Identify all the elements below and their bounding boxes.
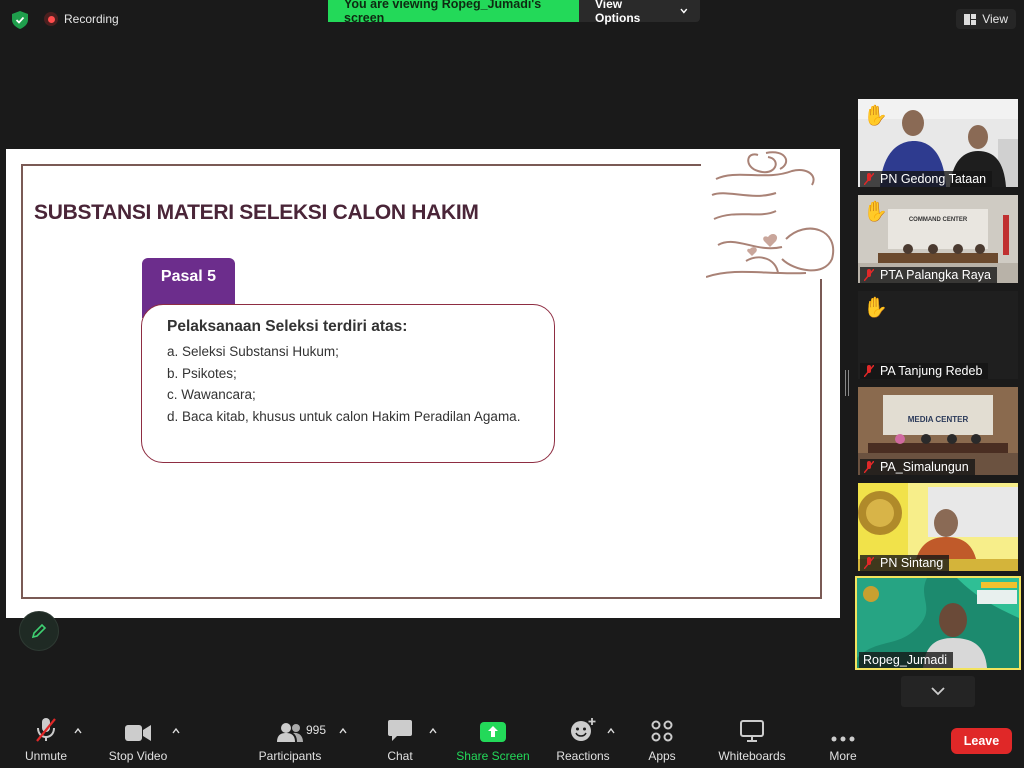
participant-name: PN Gedong Tataan [880, 172, 987, 186]
video-camera-icon [125, 725, 151, 741]
participants-button[interactable]: Participants [256, 710, 324, 768]
participant-name-tag: Ropeg_Jumadi [859, 652, 954, 668]
box-heading: Pelaksanaan Seleksi terdiri atas: [167, 318, 408, 335]
active-speaker-tile[interactable]: Ropeg_Jumadi [855, 576, 1021, 670]
list-item: a. Seleksi Substansi Hukum; [167, 344, 339, 359]
participants-label: Participants [258, 749, 322, 763]
share-screen-button[interactable]: Share Screen [456, 710, 530, 768]
chat-button[interactable]: Chat [380, 710, 420, 768]
annotate-button[interactable] [19, 611, 59, 651]
raised-hand-icon: ✋ [863, 201, 888, 223]
share-screen-arrow-icon [480, 722, 506, 742]
participant-tile[interactable]: MEDIA CENTER PA_Simalungun [858, 387, 1018, 475]
participant-name: PTA Palangka Raya [880, 268, 991, 282]
recording-label: Recording [64, 12, 119, 26]
unmute-label: Unmute [24, 749, 68, 763]
screen-share-banner: You are viewing Ropeg_Jumadi's screen Vi… [328, 0, 700, 25]
coffee-cup-decoration-icon [706, 151, 835, 278]
recording-dot-icon [44, 12, 58, 26]
muted-mic-icon [864, 557, 874, 569]
participants-icon [277, 723, 303, 742]
participant-name: PA_Simalungun [880, 460, 969, 474]
slide-title: SUBSTANSI MATERI SELEKSI CALON HAKIM [34, 201, 479, 224]
chevron-down-icon [680, 8, 688, 14]
video-options-caret-icon[interactable] [172, 727, 180, 735]
list-item: d. Baca kitab, khusus untuk calon Hakim … [167, 409, 521, 425]
participant-tile[interactable]: ✋ PN Gedong Tataan [858, 99, 1018, 187]
raised-hand-icon: ✋ [863, 297, 888, 319]
recording-indicator[interactable]: Recording [44, 12, 119, 26]
list-item: c. Wawancara; [167, 387, 256, 403]
reactions-label: Reactions [556, 749, 610, 763]
chat-label: Chat [387, 749, 413, 763]
chevron-down-icon [931, 687, 945, 696]
participant-name-tag: PN Sintang [860, 555, 950, 571]
chat-options-caret-icon[interactable] [429, 727, 437, 735]
apps-icon [651, 720, 673, 742]
unmute-button[interactable]: Unmute [22, 710, 70, 768]
shared-screen-slide: SUBSTANSI MATERI SELEKSI CALON HAKIM Pas… [6, 149, 840, 618]
muted-mic-icon [864, 461, 874, 473]
scroll-participants-button[interactable] [901, 676, 975, 707]
raised-hand-icon: ✋ [863, 105, 888, 127]
list-item: b. Psikotes; [167, 365, 237, 381]
whiteboards-label: Whiteboards [718, 749, 786, 763]
participant-name-tag: PA_Simalungun [860, 459, 975, 475]
participant-name: PN Sintang [880, 556, 944, 570]
whiteboards-button[interactable]: Whiteboards [714, 710, 790, 768]
stop-video-label: Stop Video [108, 749, 168, 763]
pasal-tab-label: Pasal 5 [160, 268, 217, 285]
chat-bubble-icon [388, 720, 412, 741]
selection-list: a. Seleksi Substansi Hukum; b. Psikotes;… [167, 341, 520, 428]
view-layout-button[interactable]: View [956, 9, 1016, 29]
audio-options-caret-icon[interactable] [74, 727, 82, 735]
view-label: View [982, 12, 1008, 26]
panel-resize-handle[interactable] [845, 370, 849, 396]
more-dots-icon [831, 736, 855, 742]
participant-name-tag: PN Gedong Tataan [860, 171, 993, 187]
apps-button[interactable]: Apps [642, 710, 682, 768]
participant-name-tag: PTA Palangka Raya [860, 267, 997, 283]
whiteboard-icon [740, 720, 764, 742]
view-options-button[interactable]: View Options [579, 0, 700, 25]
security-shield-icon[interactable] [12, 11, 28, 29]
participant-name: PA Tanjung Redeb [880, 364, 983, 378]
more-button[interactable]: More [824, 710, 862, 768]
muted-mic-icon [864, 173, 874, 185]
participants-options-caret-icon[interactable] [339, 727, 347, 735]
participants-count: 995 [306, 723, 327, 737]
participant-name: Ropeg_Jumadi [863, 653, 948, 667]
leave-button[interactable]: Leave [951, 728, 1012, 754]
svg-text:COMMAND CENTER: COMMAND CENTER [909, 217, 968, 223]
viewing-screen-text: You are viewing Ropeg_Jumadi's screen [328, 0, 579, 25]
apps-label: Apps [648, 749, 676, 763]
participant-tile[interactable]: PN Sintang [858, 483, 1018, 571]
muted-mic-icon [864, 365, 874, 377]
stop-video-button[interactable]: Stop Video [106, 710, 170, 768]
muted-microphone-icon [36, 718, 56, 742]
view-options-label: View Options [595, 0, 641, 25]
pencil-icon [31, 623, 47, 639]
svg-text:MEDIA CENTER: MEDIA CENTER [908, 415, 969, 424]
more-label: More [829, 749, 857, 763]
participant-tile[interactable]: ✋ PA Tanjung Redeb [858, 291, 1018, 379]
selection-content-box: Pelaksanaan Seleksi terdiri atas: a. Sel… [141, 304, 555, 463]
reactions-options-caret-icon[interactable] [607, 727, 615, 735]
meeting-top-bar: Recording You are viewing Ropeg_Jumadi's… [0, 0, 1024, 40]
emoji-reaction-icon [571, 718, 596, 741]
meeting-toolbar: Unmute Stop Video Participants 995 Chat … [0, 710, 1024, 768]
reactions-button[interactable]: Reactions [554, 710, 612, 768]
share-screen-label: Share Screen [456, 749, 530, 763]
grid-layout-icon [964, 13, 977, 25]
participant-name-tag: PA Tanjung Redeb [860, 363, 989, 379]
muted-mic-icon [864, 269, 874, 281]
participant-tile[interactable]: COMMAND CENTER ✋ PTA Palangka Raya [858, 195, 1018, 283]
